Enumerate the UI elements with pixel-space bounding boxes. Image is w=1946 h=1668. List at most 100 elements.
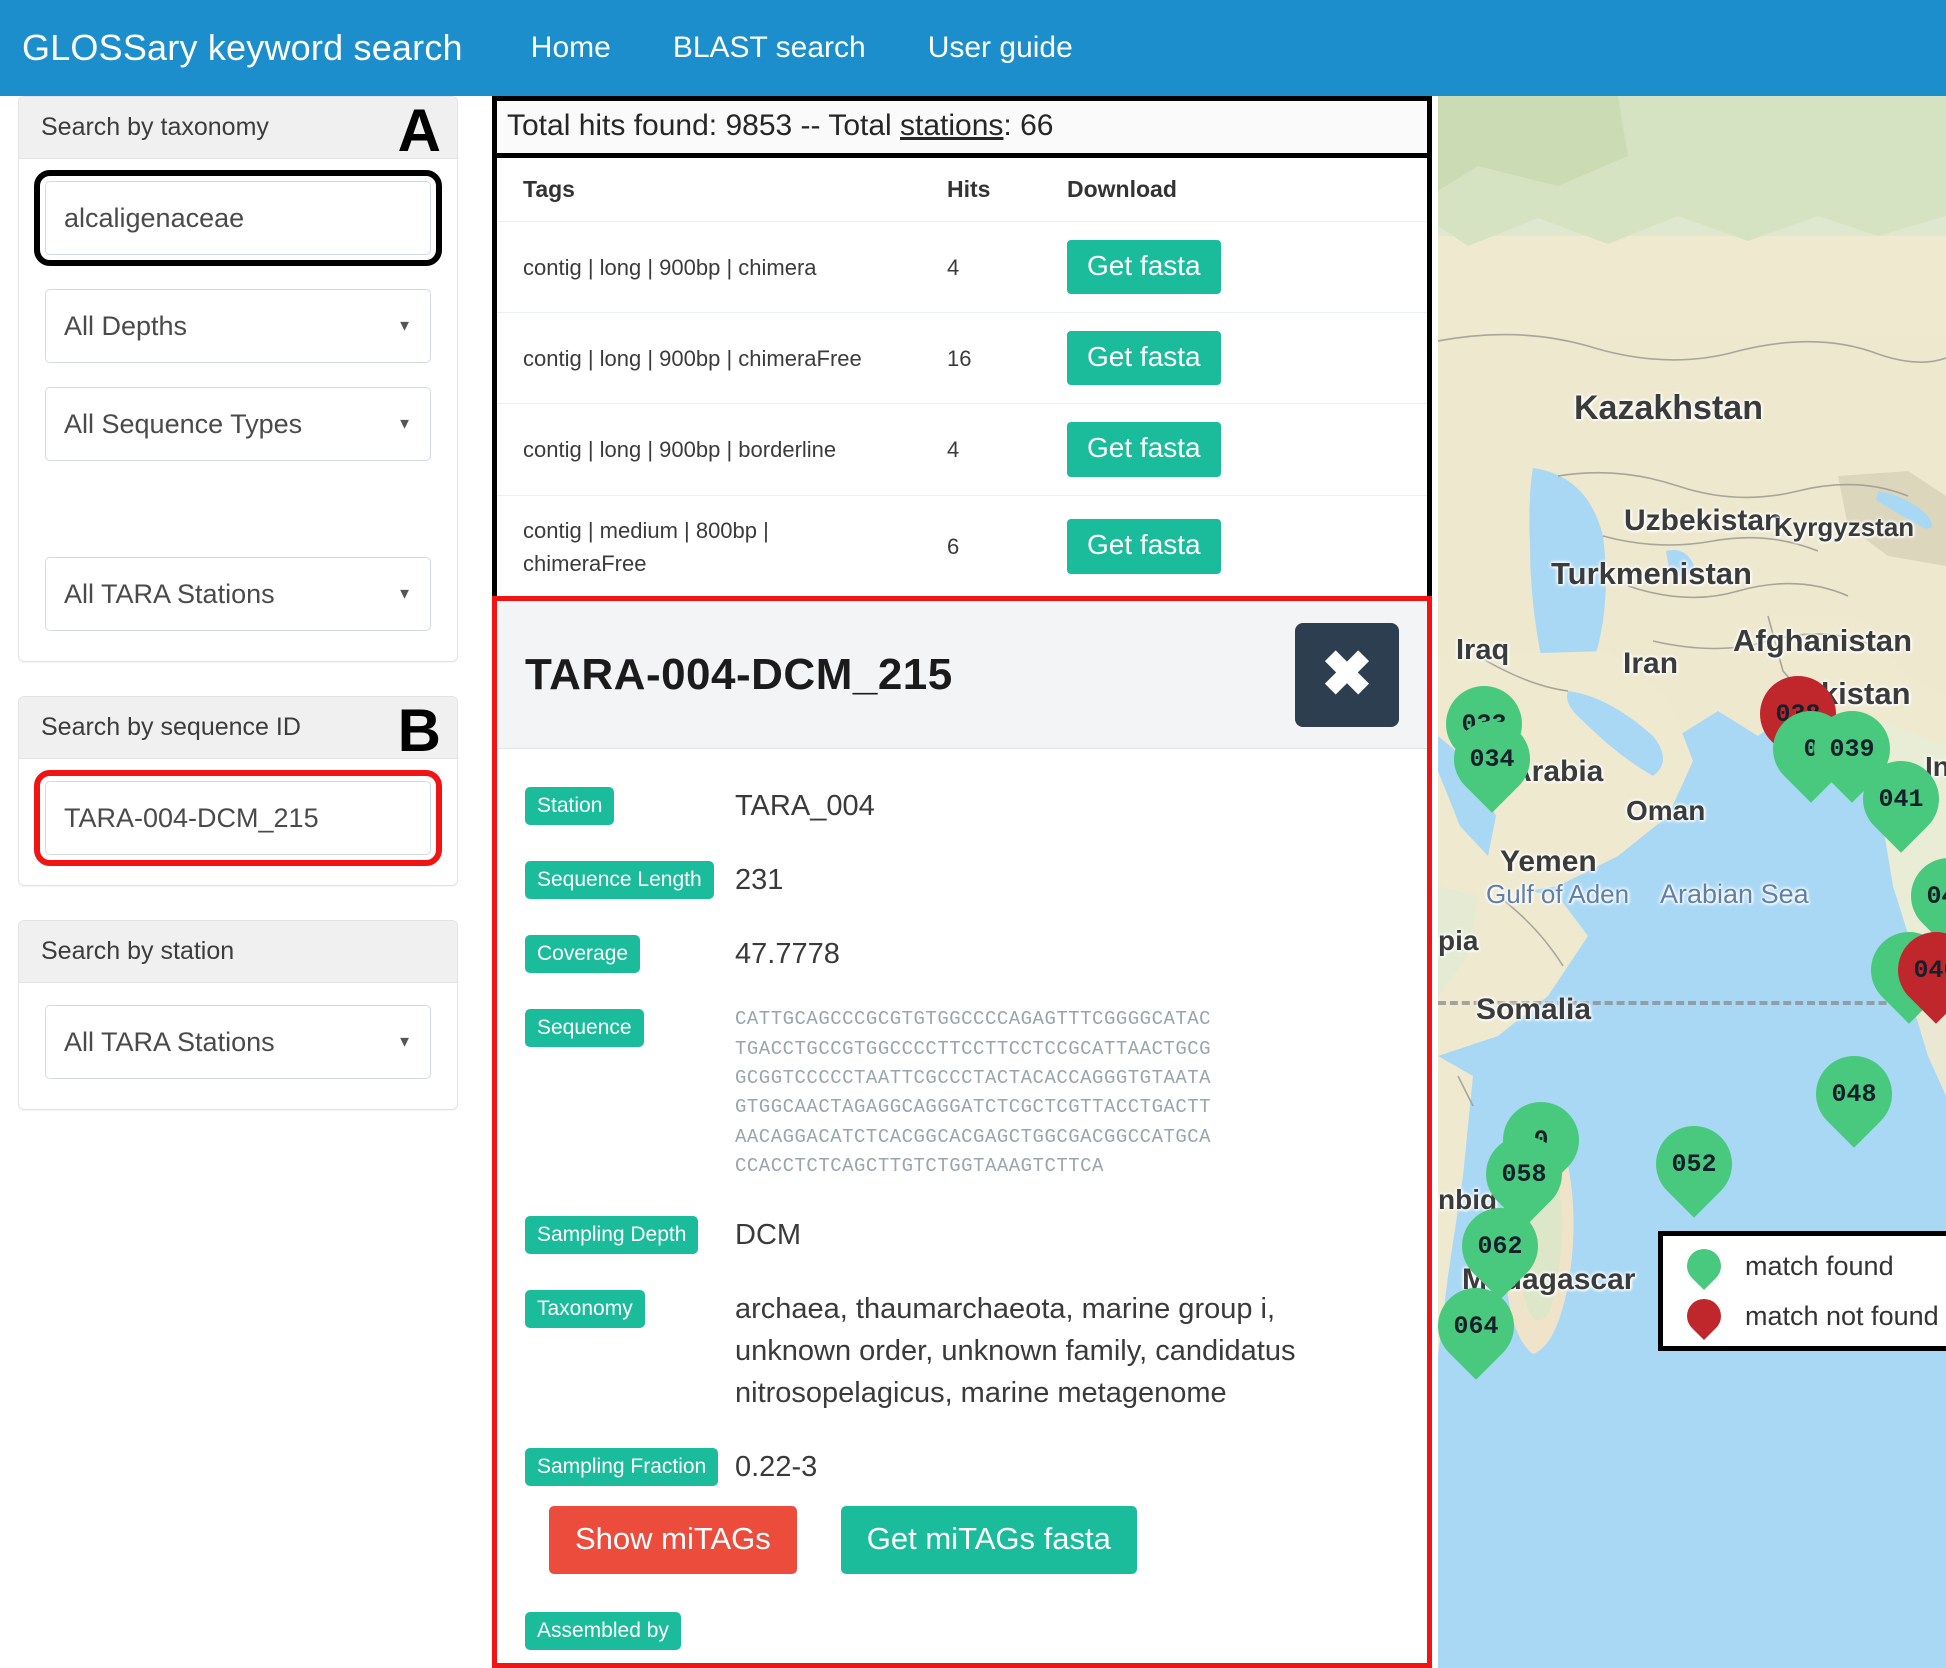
table-row: contig | long | 900bp | borderline 4 Get… xyxy=(497,403,1427,496)
map-station-marker-label: 042 xyxy=(1926,881,1946,911)
nav-link-blast-search[interactable]: BLAST search xyxy=(663,25,876,71)
map-country-label: Iraq xyxy=(1456,634,1510,666)
map-station-marker-label: 052 xyxy=(1671,1149,1717,1179)
map-station-marker-label: 062 xyxy=(1477,1231,1523,1261)
panel-title-taxonomy-label: Search by taxonomy xyxy=(41,113,269,141)
results-total-hits: 9853 xyxy=(725,109,793,142)
detail-row-sampling-depth: Sampling Depth DCM xyxy=(525,1212,1399,1256)
field-tag-taxonomy: Taxonomy xyxy=(525,1289,645,1328)
station-select-value: All TARA Stations xyxy=(64,1026,275,1057)
map-station-marker-label: 064 xyxy=(1453,1311,1499,1341)
map-sea-label: Gulf of Aden xyxy=(1486,879,1630,909)
field-tag-sampling-depth: Sampling Depth xyxy=(525,1215,699,1254)
legend-label-match-not-found: match not found xyxy=(1745,1300,1939,1331)
detail-row-sequence-length: Sequence Length 231 xyxy=(525,857,1399,901)
get-fasta-button[interactable]: Get fasta xyxy=(1067,422,1221,477)
panel-search-by-sequence-id: Search by sequence ID B TARA-004-DCM_215 xyxy=(18,696,458,886)
panel-title-station: Search by station xyxy=(19,921,457,983)
station-select[interactable]: All TARA Stations xyxy=(45,1005,431,1079)
modal-body: Station TARA_004 Sequence Length 231 Cov… xyxy=(497,749,1427,1663)
panel-title-sequence-id-label: Search by sequence ID xyxy=(41,713,301,741)
cell-tags: contig | long | 900bp | borderline xyxy=(497,403,937,496)
field-value-sequence: CATTGCAGCCCGCGTGTGGCCCCAGAGTTTCGGGGCATAC… xyxy=(735,1008,1212,1178)
map-country-label: Turkmenistan xyxy=(1551,556,1752,591)
results-summary-suffix: : xyxy=(1003,109,1021,142)
taxonomy-stations-select[interactable]: All TARA Stations xyxy=(45,557,431,631)
map-country-label: Uzbekistan xyxy=(1624,504,1783,537)
map-country-label: Yemen xyxy=(1500,845,1597,878)
legend-row-match-not-found: match not found xyxy=(1677,1291,1939,1341)
sequence-detail-modal: TARA-004-DCM_215 ✖ Station TARA_004 Sequ… xyxy=(492,596,1432,1668)
panel-search-by-taxonomy: Search by taxonomy A alcaligenaceae All … xyxy=(18,96,458,662)
cell-hits: 6 xyxy=(937,494,1057,599)
results-summary: Total hits found: 9853 -- Total stations… xyxy=(497,101,1427,158)
results-stations-word: stations xyxy=(900,109,1004,142)
column-header-hits: Hits xyxy=(947,176,991,202)
depth-select[interactable]: All Depths xyxy=(45,289,431,363)
panel-title-station-label: Search by station xyxy=(41,937,235,965)
modal-action-buttons: Show miTAGs Get miTAGs fasta xyxy=(549,1506,1399,1575)
field-tag-station: Station xyxy=(525,787,615,826)
map-station-marker-label: 058 xyxy=(1501,1159,1547,1189)
results-total-stations: 66 xyxy=(1020,109,1054,142)
legend-label-match-found: match found xyxy=(1745,1250,1894,1281)
search-sidebar: Search by taxonomy A alcaligenaceae All … xyxy=(18,96,458,1144)
top-navbar: GLOSSary keyword search Home BLAST searc… xyxy=(0,0,1946,96)
panel-title-taxonomy: Search by taxonomy A xyxy=(19,97,457,164)
app-brand-title: GLOSSary keyword search xyxy=(22,27,463,68)
cell-tags: contig | long | 900bp | chimera xyxy=(497,220,937,313)
taxonomy-stations-select-value: All TARA Stations xyxy=(64,578,275,609)
get-fasta-button[interactable]: Get fasta xyxy=(1067,331,1221,386)
detail-row-coverage: Coverage 47.7778 xyxy=(525,931,1399,975)
map-station-marker-label: 048 xyxy=(1831,1079,1877,1109)
depth-select-value: All Depths xyxy=(64,310,188,341)
station-map[interactable]: Kazakhstan Uzbekistan Kyrgyzstan Turkmenist… xyxy=(1438,96,1946,1668)
get-mitags-fasta-button[interactable]: Get miTAGs fasta xyxy=(840,1506,1137,1575)
field-value-coverage: 47.7778 xyxy=(735,938,840,971)
field-tag-coverage: Coverage xyxy=(525,935,641,974)
legend-pin-not-found-icon xyxy=(1679,1291,1729,1341)
map-legend: match found match not found xyxy=(1658,1231,1946,1351)
field-tag-sequence: Sequence xyxy=(525,1009,644,1048)
map-station-marker-label: 041 xyxy=(1878,784,1924,814)
close-icon[interactable]: ✖ xyxy=(1295,622,1399,727)
field-tag-assembled-by: Assembled by xyxy=(525,1612,681,1651)
results-summary-prefix: Total hits found: xyxy=(507,109,726,142)
figure-label-a: A xyxy=(397,97,441,164)
sequence-type-select-value: All Sequence Types xyxy=(64,408,303,439)
taxonomy-search-input[interactable]: alcaligenaceae xyxy=(34,170,442,266)
table-row: contig | long | 900bp | chimeraFree 16 G… xyxy=(497,312,1427,404)
map-country-label: Oman xyxy=(1626,795,1706,826)
map-country-label: Kazakhstan xyxy=(1574,389,1763,427)
detail-row-sampling-fraction: Sampling Fraction 0.22-3 xyxy=(525,1444,1399,1488)
map-country-label: Kyrgyzstan xyxy=(1774,512,1915,542)
sequence-type-select[interactable]: All Sequence Types xyxy=(45,387,431,461)
detail-row-sequence: Sequence CATTGCAGCCCGCGTGTGGCCCCAGAGTTTC… xyxy=(525,1005,1399,1182)
column-header-tags: Tags xyxy=(523,176,575,202)
nav-link-user-guide[interactable]: User guide xyxy=(918,25,1083,71)
cell-tags: contig | medium | 800bp | chimeraFree xyxy=(497,494,937,599)
table-row: contig | long | 900bp | chimera 4 Get fa… xyxy=(497,220,1427,313)
map-station-marker-label: 034 xyxy=(1469,744,1515,774)
get-fasta-button[interactable]: Get fasta xyxy=(1067,240,1221,295)
panel-search-by-station: Search by station All TARA Stations xyxy=(18,920,458,1110)
field-tag-sequence-length: Sequence Length xyxy=(525,861,714,900)
cell-hits: 16 xyxy=(937,312,1057,404)
show-mitags-button[interactable]: Show miTAGs xyxy=(549,1506,797,1575)
table-header-row: Tags Hits Download xyxy=(497,158,1427,222)
results-summary-middle: -- Total xyxy=(792,109,901,142)
legend-row-match-found: match found xyxy=(1677,1241,1939,1291)
sequence-id-input[interactable]: TARA-004-DCM_215 xyxy=(34,770,442,866)
get-fasta-button[interactable]: Get fasta xyxy=(1067,519,1221,574)
cell-hits: 4 xyxy=(937,220,1057,313)
detail-row-station: Station TARA_004 xyxy=(525,783,1399,827)
figure-label-b: B xyxy=(397,697,441,764)
cell-hits: 4 xyxy=(937,403,1057,496)
detail-row-assembled-by: Assembled by xyxy=(525,1608,1399,1651)
map-sea-label: Arabian Sea xyxy=(1660,879,1809,909)
cell-tags: contig | long | 900bp | chimeraFree xyxy=(497,312,937,404)
table-row: contig | medium | 800bp | chimeraFree 6 … xyxy=(497,494,1427,599)
map-country-label: Iran xyxy=(1623,647,1679,680)
map-country-label: Afghanistan xyxy=(1733,623,1913,658)
nav-link-home[interactable]: Home xyxy=(521,25,621,71)
